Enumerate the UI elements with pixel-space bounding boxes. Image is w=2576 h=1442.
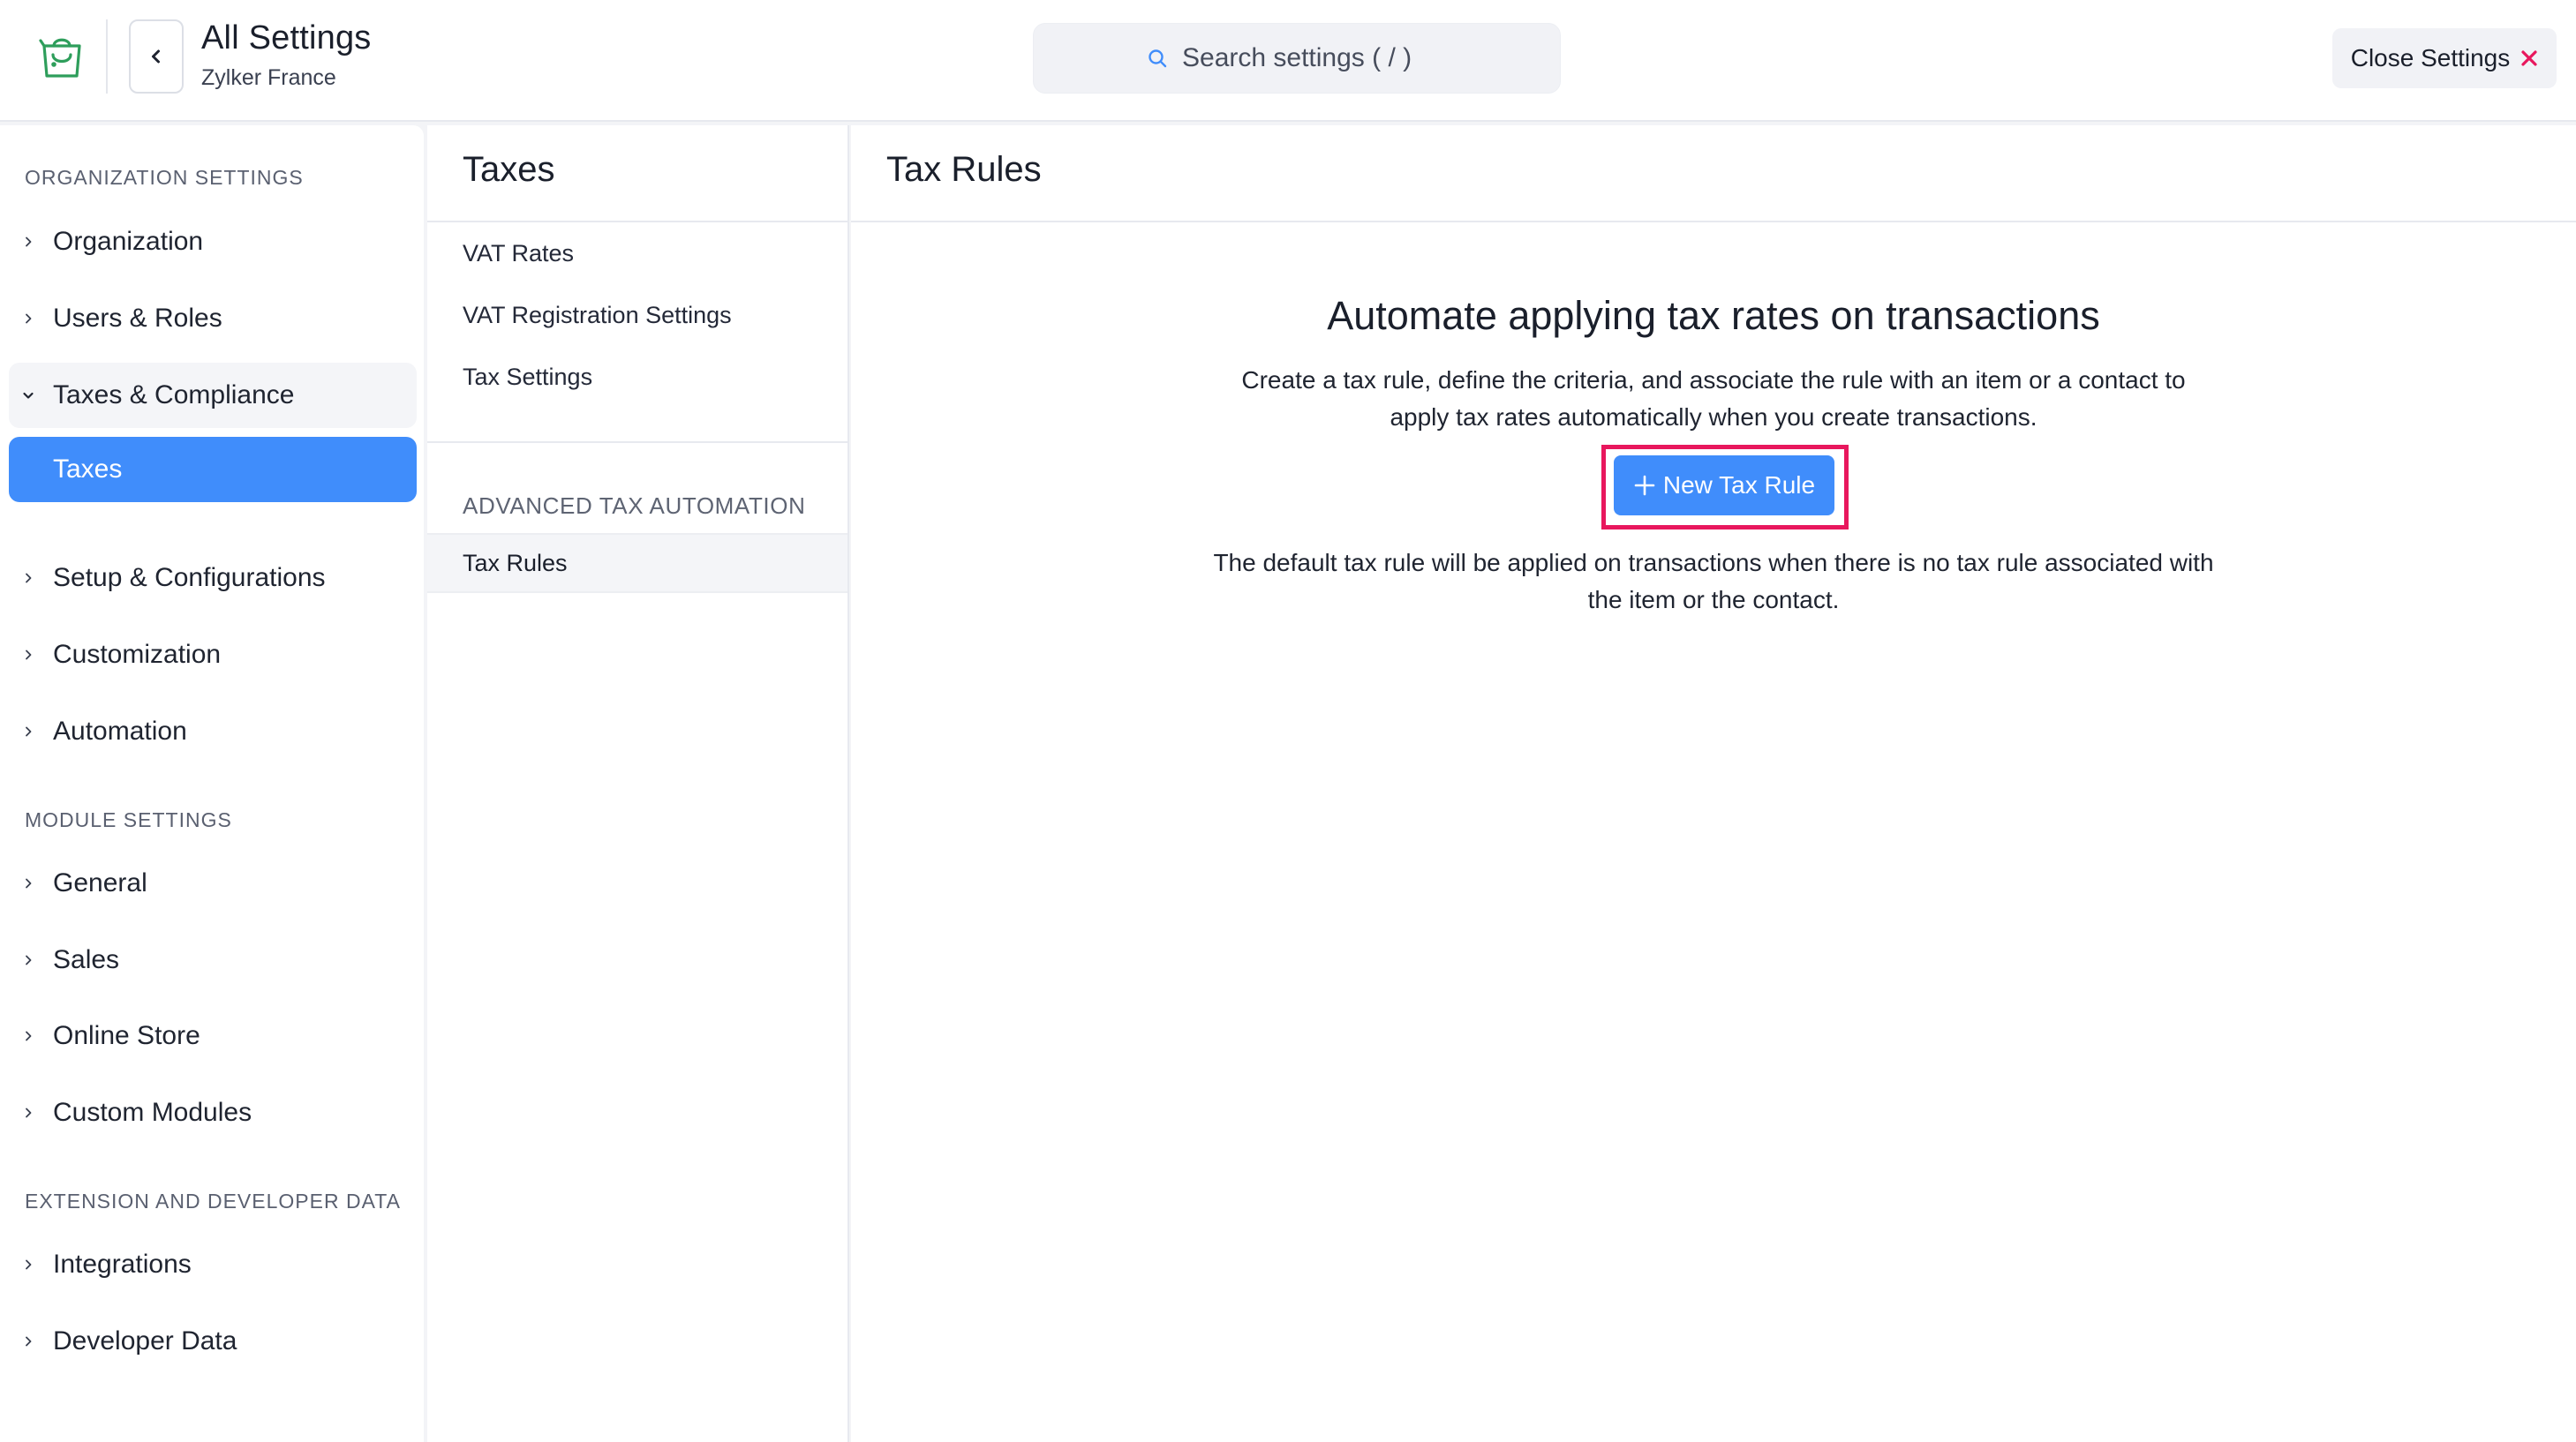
sidebar-item-label: Organization	[53, 227, 204, 256]
top-header: All Settings Zylker France Close Setting…	[0, 0, 2576, 122]
sidebar-item-label: Custom Modules	[53, 1098, 252, 1127]
submenu-link-vat-rates[interactable]: VAT Rates	[463, 240, 574, 267]
app-logo-icon[interactable]	[35, 30, 88, 83]
chevron-right-icon	[11, 572, 46, 584]
divider	[427, 221, 849, 222]
sidebar-item-sales[interactable]: Sales	[9, 928, 417, 993]
search-icon	[1149, 49, 1167, 68]
sidebar-item-label: Integrations	[53, 1250, 192, 1279]
chevron-right-icon	[11, 725, 46, 738]
close-settings-button[interactable]: Close Settings	[2332, 28, 2557, 88]
sidebar-subitem-label: Taxes	[53, 454, 123, 484]
sidebar-item-label: Taxes & Compliance	[53, 380, 295, 409]
submenu-link-label: Tax Rules	[463, 549, 568, 576]
sidebar-item-organization[interactable]: Organization	[9, 209, 417, 274]
chevron-right-icon	[11, 312, 46, 325]
sidebar-subitem-taxes[interactable]: Taxes	[9, 437, 417, 502]
new-tax-rule-button[interactable]: New Tax Rule	[1614, 455, 1834, 515]
chevron-right-icon	[11, 649, 46, 661]
chevron-right-icon	[11, 877, 46, 890]
sidebar-item-label: Customization	[53, 640, 222, 669]
submenu-link-vat-registration[interactable]: VAT Registration Settings	[463, 302, 732, 329]
back-button[interactable]	[129, 19, 184, 94]
search-input[interactable]	[1182, 43, 1447, 73]
taxes-submenu: Taxes VAT Rates VAT Registration Setting…	[427, 125, 849, 1442]
sidebar-item-label: General	[53, 868, 147, 897]
new-tax-rule-label: New Tax Rule	[1662, 471, 1816, 499]
chevron-left-icon	[152, 49, 160, 64]
sidebar-item-users-roles[interactable]: Users & Roles	[9, 286, 417, 351]
chevron-right-icon	[11, 1258, 46, 1271]
close-icon	[2521, 50, 2537, 66]
chevron-right-icon	[11, 1030, 46, 1042]
close-settings-label: Close Settings	[2350, 44, 2511, 71]
sidebar-item-label: Developer Data	[53, 1326, 237, 1356]
header-divider	[106, 19, 108, 94]
sidebar-item-online-store[interactable]: Online Store	[9, 1003, 417, 1069]
divider	[851, 221, 2576, 222]
submenu-link-tax-rules[interactable]: Tax Rules	[427, 533, 847, 593]
submenu-title: Taxes	[463, 150, 555, 189]
section-heading-module: MODULE SETTINGS	[25, 808, 232, 831]
sidebar-item-developer-data[interactable]: Developer Data	[9, 1309, 417, 1374]
section-heading-organization: ORGANIZATION SETTINGS	[25, 166, 304, 189]
submenu-section-heading: ADVANCED TAX AUTOMATION	[463, 492, 806, 519]
chevron-down-icon	[11, 389, 46, 402]
main-content: Tax Rules Automate applying tax rates on…	[851, 125, 2576, 1442]
chevron-right-icon	[11, 1107, 46, 1119]
chevron-right-icon	[11, 1335, 46, 1348]
sidebar-item-label: Users & Roles	[53, 304, 222, 333]
sidebar-item-customization[interactable]: Customization	[9, 622, 417, 687]
submenu-link-tax-settings[interactable]: Tax Settings	[463, 364, 592, 391]
sidebar-item-general[interactable]: General	[9, 851, 417, 916]
page-title: Tax Rules	[886, 150, 1042, 189]
sidebar-item-setup-configurations[interactable]: Setup & Configurations	[9, 545, 417, 611]
sidebar-item-label: Automation	[53, 717, 187, 746]
chevron-right-icon	[11, 236, 46, 248]
sidebar-item-label: Sales	[53, 945, 120, 974]
section-heading-extension: EXTENSION AND DEVELOPER DATA	[25, 1190, 401, 1213]
search-bar[interactable]	[1033, 23, 1561, 94]
divider	[427, 441, 849, 443]
plus-icon	[1634, 475, 1655, 496]
default-rule-note: The default tax rule will be applied on …	[1213, 549, 2214, 613]
settings-sidebar: ORGANIZATION SETTINGS Organization Users…	[0, 125, 424, 1442]
sidebar-item-custom-modules[interactable]: Custom Modules	[9, 1080, 417, 1145]
empty-state-heading: Automate applying tax rates on transacti…	[1327, 293, 2100, 338]
organization-name: Zylker France	[201, 65, 336, 90]
sidebar-item-taxes-compliance[interactable]: Taxes & Compliance	[9, 363, 417, 428]
app-title: All Settings	[201, 19, 372, 56]
sidebar-item-label: Online Store	[53, 1021, 200, 1050]
sidebar-item-automation[interactable]: Automation	[9, 699, 417, 764]
sidebar-item-integrations[interactable]: Integrations	[9, 1232, 417, 1297]
sidebar-item-label: Setup & Configurations	[53, 563, 326, 592]
empty-state-description: Create a tax rule, define the criteria, …	[1241, 366, 2186, 431]
chevron-right-icon	[11, 954, 46, 966]
